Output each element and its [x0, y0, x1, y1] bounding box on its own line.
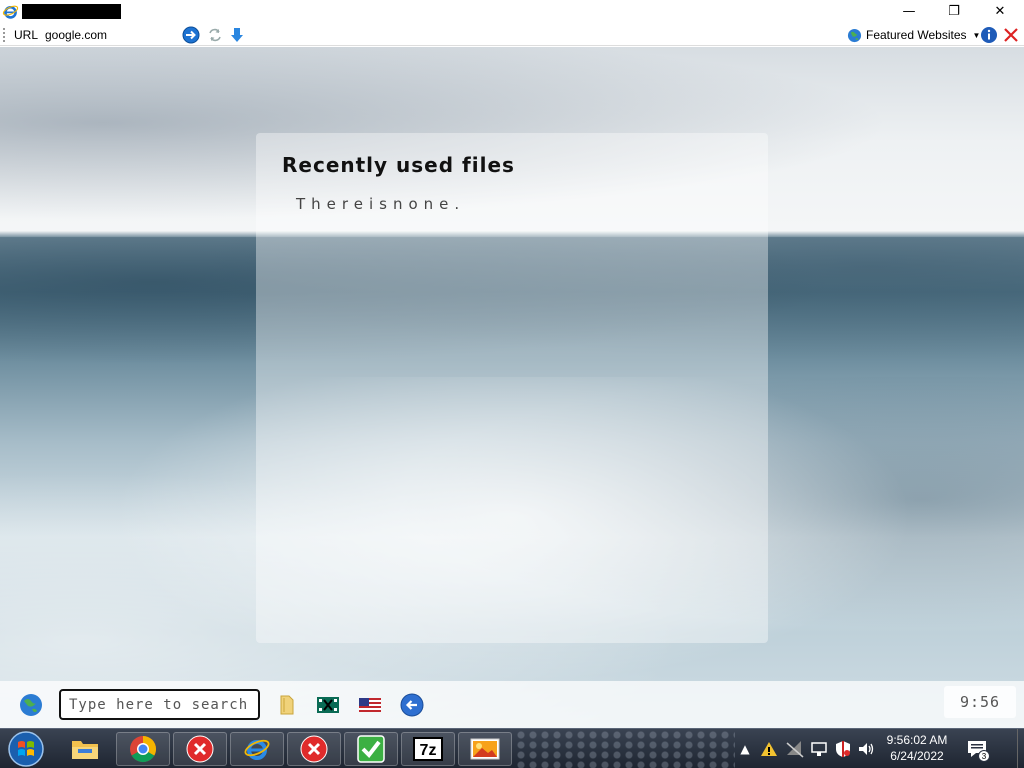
- chrome-icon: [130, 736, 157, 763]
- internet-explorer-icon: [2, 5, 19, 19]
- empty-state-text: Thereisnone.: [296, 195, 466, 213]
- taskbar-chrome[interactable]: [116, 732, 170, 766]
- film-icon[interactable]: [316, 693, 340, 717]
- error-icon: [186, 735, 214, 763]
- internet-explorer-icon: [244, 739, 270, 760]
- taskbar-internet-explorer[interactable]: [230, 732, 284, 766]
- close-button[interactable]: ✕: [977, 0, 1023, 22]
- system-clock[interactable]: 9:56:02 AM 6/24/2022: [878, 732, 956, 764]
- info-icon[interactable]: [980, 26, 998, 44]
- taskbar-file-explorer[interactable]: [58, 732, 112, 766]
- image-viewer-icon: [470, 738, 500, 760]
- address-bar: URL Featured Websites ▼: [0, 24, 1024, 46]
- restore-button[interactable]: ❐: [931, 0, 977, 22]
- taskbar-error-app-1[interactable]: [173, 732, 227, 766]
- error-icon: [300, 735, 328, 763]
- page-content: Recently used files Thereisnone. Type he…: [0, 47, 1024, 728]
- checkmark-icon: [357, 735, 385, 763]
- url-input[interactable]: [45, 27, 175, 43]
- network-disabled-icon[interactable]: [785, 739, 805, 759]
- taskbar-image-viewer[interactable]: [458, 732, 512, 766]
- taskbar-error-app-2[interactable]: [287, 732, 341, 766]
- url-label: URL: [14, 28, 39, 42]
- clock-time: 9:56:02 AM: [886, 733, 948, 747]
- recent-files-panel: Recently used files Thereisnone.: [256, 133, 768, 643]
- dock-clock: 9:56: [944, 686, 1016, 718]
- show-desktop-button[interactable]: [1017, 729, 1024, 768]
- back-arrow-icon[interactable]: [400, 693, 424, 717]
- taskbar-7zip[interactable]: 7z: [401, 732, 455, 766]
- stop-icon[interactable]: [1002, 26, 1020, 44]
- warning-icon[interactable]: [760, 739, 778, 759]
- 7zip-icon: 7z: [413, 737, 443, 761]
- windows-taskbar: 7z ▲ 9:56:02 AM 6/24/2022 3: [0, 728, 1024, 768]
- notifications-button[interactable]: 3: [962, 729, 992, 768]
- notification-count: 3: [982, 752, 987, 761]
- window-title-redacted: [22, 4, 121, 19]
- download-icon[interactable]: [228, 26, 246, 44]
- taskbar-pattern: [515, 729, 735, 768]
- featured-websites-label: Featured Websites: [866, 28, 967, 42]
- svg-text:7z: 7z: [420, 742, 437, 759]
- notifications-icon: 3: [968, 741, 990, 762]
- minimize-button[interactable]: —: [886, 0, 932, 22]
- panel-title: Recently used files: [282, 153, 515, 177]
- go-icon[interactable]: [182, 26, 200, 44]
- globe-icon[interactable]: [19, 693, 43, 717]
- featured-websites-menu[interactable]: Featured Websites ▼: [847, 26, 980, 44]
- show-hidden-icons-button[interactable]: ▲: [738, 729, 752, 768]
- globe-icon: [847, 28, 862, 42]
- search-input[interactable]: [59, 689, 260, 720]
- toolbar-grip[interactable]: [3, 28, 5, 42]
- clock-date: 6/24/2022: [890, 749, 944, 763]
- security-shield-icon[interactable]: [833, 739, 853, 759]
- taskbar-checkmark-app[interactable]: [344, 732, 398, 766]
- dock-bar: 9:56: [0, 681, 1024, 728]
- folder-icon[interactable]: [275, 693, 299, 717]
- us-flag-icon[interactable]: [358, 693, 382, 717]
- action-center-flag-icon[interactable]: [809, 739, 829, 759]
- folder-icon: [72, 741, 98, 759]
- refresh-icon[interactable]: [206, 26, 224, 44]
- volume-icon[interactable]: [856, 739, 876, 759]
- start-button-icon[interactable]: [7, 730, 45, 768]
- title-bar: — ❐ ✕: [0, 0, 1024, 24]
